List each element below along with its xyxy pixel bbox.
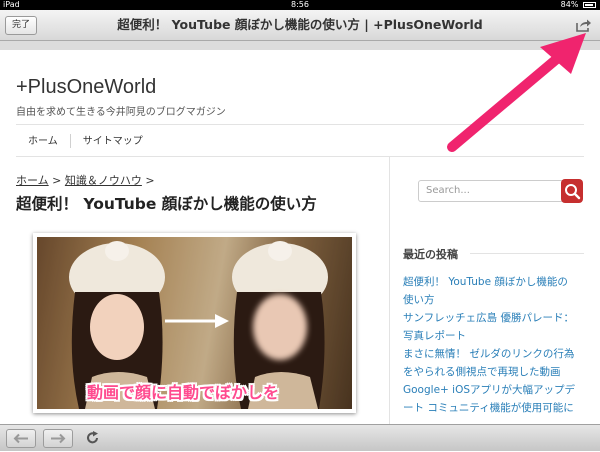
- search-button[interactable]: [561, 179, 583, 203]
- site-menu: ホーム サイトマップ: [16, 132, 155, 148]
- breadcrumb-category[interactable]: 知識＆ノウハウ: [65, 174, 142, 187]
- recent-posts-rule: [470, 253, 584, 254]
- recent-post-link[interactable]: まさに無情！ ゼルダのリンクの行為: [403, 345, 593, 363]
- battery-icon: [583, 1, 596, 8]
- post-title: 超便利！ YouTube 顔ぼかし機能の使い方: [16, 195, 317, 213]
- menu-item-sitemap[interactable]: サイトマップ: [71, 132, 155, 147]
- search-input[interactable]: Search...: [418, 180, 564, 202]
- done-button[interactable]: 完了: [5, 16, 38, 35]
- recent-posts-list: 超便利！ YouTube 顔ぼかし機能の 使い方 サンフレッチェ広島 優勝パレー…: [403, 273, 593, 417]
- recent-post-link[interactable]: 写真レポート: [403, 327, 593, 345]
- forward-arrow-icon: [51, 433, 66, 444]
- page-title: 超便利！ YouTube 顔ぼかし機能の使い方 | +PlusOneWorld: [117, 17, 483, 32]
- breadcrumb-separator: >: [145, 174, 155, 187]
- nav-bar: 完了 超便利！ YouTube 顔ぼかし機能の使い方 | +PlusOneWor…: [0, 10, 600, 41]
- recent-post-link[interactable]: ート コミュニティ機能が使用可能に: [403, 399, 593, 417]
- featured-image[interactable]: 動画で顔に自動でぼかしを: [33, 233, 356, 413]
- recent-post-link[interactable]: 使い方: [403, 291, 593, 309]
- image-caption: 動画で顔に自動でぼかしを: [87, 383, 280, 402]
- photo-before-after: 動画で顔に自動でぼかしを: [37, 237, 352, 409]
- search-icon: [565, 184, 581, 200]
- header-divider: [16, 124, 584, 125]
- back-button[interactable]: [6, 429, 36, 448]
- back-arrow-icon: [13, 433, 28, 444]
- menu-divider: [16, 156, 584, 157]
- status-bar: iPad 8:56 84%: [0, 0, 600, 10]
- recent-posts-heading: 最近の投稿: [403, 248, 458, 261]
- forward-button[interactable]: [43, 429, 73, 448]
- site-title[interactable]: +PlusOneWorld: [16, 76, 156, 99]
- battery-percent: 84%: [560, 0, 579, 9]
- battery-fill: [585, 3, 593, 6]
- battery-status: 84%: [561, 0, 596, 10]
- breadcrumb: ホーム > 知識＆ノウハウ >: [16, 172, 155, 188]
- page-top-strip: [0, 41, 600, 50]
- bottom-toolbar: [0, 424, 600, 451]
- sidebar-divider: [389, 157, 390, 424]
- share-icon[interactable]: [576, 18, 592, 32]
- recent-post-link[interactable]: Google+ iOSアプリが大幅アップデ: [403, 381, 593, 399]
- recent-post-link[interactable]: サンフレッチェ広島 優勝パレード：: [403, 309, 593, 327]
- recent-post-link[interactable]: 超便利！ YouTube 顔ぼかし機能の: [403, 273, 593, 291]
- reload-icon[interactable]: [85, 430, 101, 446]
- site-description: 自由を求めて生きる今井阿見のブログマガジン: [16, 107, 226, 118]
- breadcrumb-home[interactable]: ホーム: [16, 174, 49, 187]
- clock: 8:56: [291, 0, 309, 9]
- menu-item-home[interactable]: ホーム: [16, 132, 70, 147]
- recent-post-link[interactable]: をやられる側視点で再現した動画: [403, 363, 593, 381]
- breadcrumb-separator: >: [52, 174, 62, 187]
